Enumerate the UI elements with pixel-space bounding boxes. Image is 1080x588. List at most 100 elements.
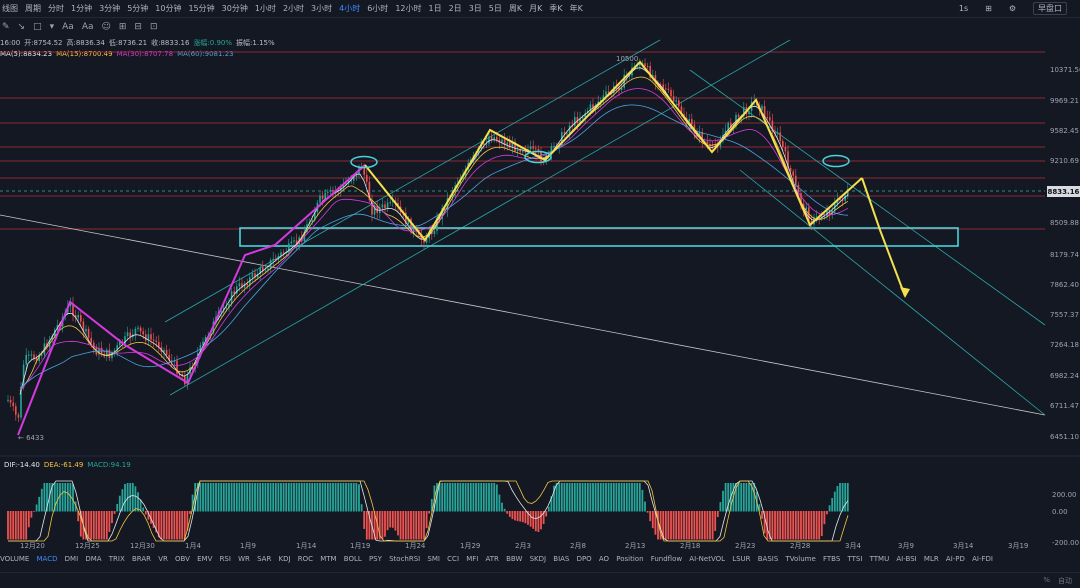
indicator-tab-14[interactable]: MTM (320, 555, 336, 563)
candle-body (522, 151, 524, 153)
support-zone-box[interactable] (239, 227, 959, 247)
indicator-tab-3[interactable]: DMA (85, 555, 101, 563)
indicator-tab-25[interactable]: DPO (577, 555, 592, 563)
indicator-tab-34[interactable]: TTSI (847, 555, 862, 563)
macd-bar (722, 490, 724, 512)
candle-body (433, 230, 436, 234)
macd-bar (555, 483, 558, 512)
macd-bar (615, 483, 618, 512)
macd-bar (823, 511, 826, 525)
macd-bar (233, 483, 236, 512)
candle-body (488, 136, 490, 144)
candle-body (665, 88, 667, 90)
indicator-tab-5[interactable]: BRAR (132, 555, 151, 563)
indicator-tab-9[interactable]: RSI (220, 555, 231, 563)
macd-legend: DIF:-14.40 DEA:-61.49 MACD:94.19 (0, 460, 1080, 470)
macd-bar (813, 511, 815, 540)
indicator-tab-19[interactable]: CCI (447, 555, 459, 563)
wave-zigzag-magenta[interactable] (17, 164, 366, 436)
indicator-tab-18[interactable]: SMI (427, 555, 440, 563)
indicator-tab-17[interactable]: StochRSI (389, 555, 420, 563)
macd-bar (714, 511, 717, 531)
candle-body (792, 171, 794, 176)
indicator-tab-6[interactable]: VR (158, 555, 168, 563)
macd-bar (238, 483, 241, 512)
indicator-tab-1[interactable]: MACD (37, 555, 58, 563)
candle-body (737, 114, 740, 117)
candlestick-chart[interactable]: 10371.56 9969.21 9582.45 9210.69 8833.16 8509… (0, 0, 1080, 588)
macd-bar (742, 483, 745, 512)
indicator-tab-33[interactable]: FTBS (823, 555, 840, 563)
ma15-line (19, 76, 849, 392)
indicator-tab-20[interactable]: MFI (466, 555, 478, 563)
date-tick-label: 1月24 (405, 542, 426, 550)
macd-bar (170, 511, 173, 540)
macd-bar (363, 511, 366, 529)
indicator-tab-13[interactable]: ROC (298, 555, 313, 563)
indicator-tab-37[interactable]: MLR (924, 555, 939, 563)
candle-body (766, 117, 768, 119)
candle-body (321, 195, 324, 199)
macd-bar (597, 483, 600, 512)
macd-bar (66, 483, 69, 512)
date-tick-label: 3月4 (845, 542, 861, 550)
indicator-tab-24[interactable]: BIAS (553, 555, 569, 563)
candle-body (386, 202, 389, 209)
indicator-tab-8[interactable]: EMV (197, 555, 212, 563)
indicator-tab-16[interactable]: PSY (369, 555, 382, 563)
indicator-tab-21[interactable]: ATR (486, 555, 499, 563)
trend-line-long[interactable] (0, 214, 1046, 416)
indicator-tab-38[interactable]: AI-PD (946, 555, 965, 563)
indicator-tab-7[interactable]: OBV (175, 555, 190, 563)
indicator-tab-2[interactable]: DMI (65, 555, 79, 563)
candle-body (384, 204, 386, 209)
indicator-tab-4[interactable]: TRIX (109, 555, 125, 563)
macd-bar (839, 483, 841, 512)
macd-bar (534, 511, 537, 532)
price-tick-label: 7862.40 (1050, 281, 1079, 289)
indicator-tab-12[interactable]: KDJ (279, 555, 291, 563)
macd-bar (428, 511, 431, 514)
macd-bar (737, 483, 740, 512)
macd-bar (108, 511, 111, 532)
indicator-tab-23[interactable]: SKDJ (530, 555, 547, 563)
candle-body (691, 119, 693, 125)
indicator-tab-35[interactable]: TTMU (870, 555, 890, 563)
indicator-tab-28[interactable]: Fundflow (651, 555, 682, 563)
indicator-tab-29[interactable]: AI-NetVOL (689, 555, 725, 563)
macd-bar (417, 511, 420, 540)
macd-bar (423, 511, 425, 540)
macd-bar (612, 483, 615, 512)
macd-bar (95, 511, 98, 540)
indicator-tab-31[interactable]: BASIS (758, 555, 779, 563)
candle-body (139, 327, 142, 332)
indicator-tab-15[interactable]: BOLL (344, 555, 362, 563)
candle-body (823, 216, 826, 218)
indicator-tab-0[interactable]: VOLUME (0, 555, 29, 563)
macd-bar (391, 511, 394, 528)
indicator-tab-11[interactable]: SAR (257, 555, 271, 563)
indicator-tab-36[interactable]: AI-BSI (896, 555, 916, 563)
macd-bar (207, 483, 210, 512)
candle-body (80, 315, 82, 322)
channel-line[interactable] (169, 39, 791, 396)
auto-scale-toggle[interactable]: 自动 (1058, 576, 1072, 586)
indicator-tab-30[interactable]: LSUR (732, 555, 750, 563)
indicator-tab-22[interactable]: BBW (506, 555, 522, 563)
macd-bar (111, 511, 113, 524)
indicator-tab-27[interactable]: Position (616, 555, 643, 563)
percent-toggle[interactable]: % (1043, 576, 1050, 586)
candle-body (672, 96, 675, 102)
macd-bar (246, 483, 249, 512)
candle-body (142, 331, 144, 335)
indicator-tab-10[interactable]: WR (238, 555, 250, 563)
candle-body (761, 106, 763, 111)
macd-bar (815, 511, 818, 540)
candle-body (516, 149, 519, 152)
macd-bar (352, 483, 355, 512)
indicator-tab-32[interactable]: TVolume (785, 555, 815, 563)
wave-zigzag-yellow[interactable] (364, 60, 863, 242)
indicator-tab-26[interactable]: AO (599, 555, 609, 563)
macd-bar (189, 511, 191, 514)
indicator-tab-39[interactable]: AI-FDI (972, 555, 993, 563)
